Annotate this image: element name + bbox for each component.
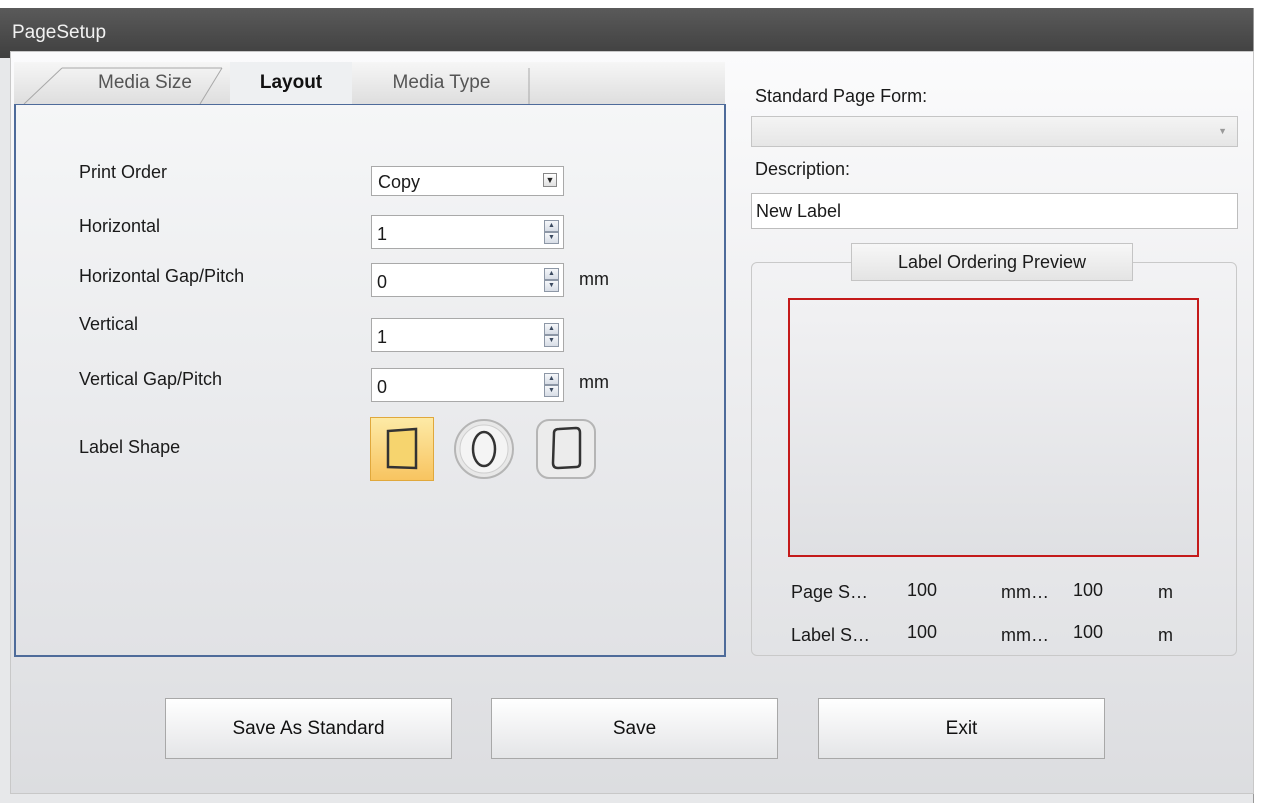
tab-media-size[interactable]: Media Size [70, 62, 220, 104]
standard-page-form-label: Standard Page Form: [755, 86, 928, 106]
spin-up-icon[interactable]: ▲ [544, 220, 559, 232]
horizontal-gap-spinbox[interactable]: 0 ▲ ▼ [371, 263, 564, 297]
spin-down-icon[interactable]: ▼ [544, 335, 559, 347]
label-size-width: 100 [907, 622, 938, 642]
horizontal-gap-value: 0 [377, 272, 388, 292]
label-preview-canvas [788, 298, 1199, 557]
vertical-gap-label: Vertical Gap/Pitch [79, 369, 223, 389]
spin-down-icon[interactable]: ▼ [544, 385, 559, 397]
spin-up-icon[interactable]: ▲ [544, 268, 559, 280]
horizontal-label: Horizontal [79, 216, 161, 236]
save-as-standard-button[interactable]: Save As Standard [165, 698, 452, 759]
page-size-unit-1: mm… [1001, 582, 1049, 602]
tab-media-type[interactable]: Media Type [354, 62, 529, 104]
shape-rounded-rectangle-button[interactable] [534, 417, 598, 481]
description-label: Description: [755, 159, 851, 179]
rectangle-shape-icon [386, 427, 418, 470]
horizontal-gap-label: Horizontal Gap/Pitch [79, 266, 245, 286]
tab-strip: Media Size Layout Media Type [14, 62, 725, 104]
vertical-gap-unit: mm [579, 372, 609, 392]
label-shape-label: Label Shape [79, 437, 181, 457]
print-order-select[interactable]: Copy ▼ [371, 166, 564, 196]
label-size-height: 100 [1073, 622, 1104, 642]
page-size-height: 100 [1073, 580, 1104, 600]
vertical-label: Vertical [79, 314, 139, 334]
print-order-label: Print Order [79, 162, 168, 182]
page-size-width: 100 [907, 580, 938, 600]
label-size-unit-2: m [1158, 625, 1173, 645]
save-button[interactable]: Save [491, 698, 778, 759]
shape-rectangle-button[interactable] [370, 417, 434, 481]
label-size-label: Label S… [791, 625, 871, 645]
exit-button[interactable]: Exit [818, 698, 1105, 759]
vertical-value: 1 [377, 327, 388, 347]
print-order-value: Copy [378, 172, 421, 192]
spin-down-icon[interactable]: ▼ [544, 280, 559, 292]
ellipse-shape-icon [454, 419, 514, 479]
spin-up-icon[interactable]: ▲ [544, 323, 559, 335]
horizontal-spinbox[interactable]: 1 ▲ ▼ [371, 215, 564, 249]
standard-page-form-select[interactable]: ▼ [751, 116, 1238, 147]
page-size-unit-2: m [1158, 582, 1173, 602]
description-input[interactable]: New Label [751, 193, 1238, 229]
horizontal-value: 1 [377, 224, 388, 244]
label-size-unit-1: mm… [1001, 625, 1049, 645]
tab-layout[interactable]: Layout [230, 62, 352, 104]
spin-up-icon[interactable]: ▲ [544, 373, 559, 385]
vertical-spinbox[interactable]: 1 ▲ ▼ [371, 318, 564, 352]
horizontal-gap-unit: mm [579, 269, 609, 289]
vertical-gap-value: 0 [377, 377, 388, 397]
rounded-rectangle-shape-icon [536, 419, 596, 479]
preview-group-title: Label Ordering Preview [851, 243, 1133, 281]
dropdown-arrow-icon[interactable]: ▼ [1218, 126, 1227, 136]
page-size-label: Page S… [791, 582, 869, 602]
dropdown-arrow-icon[interactable]: ▼ [543, 173, 557, 187]
shape-ellipse-button[interactable] [452, 417, 516, 481]
spin-down-icon[interactable]: ▼ [544, 232, 559, 244]
vertical-gap-spinbox[interactable]: 0 ▲ ▼ [371, 368, 564, 402]
